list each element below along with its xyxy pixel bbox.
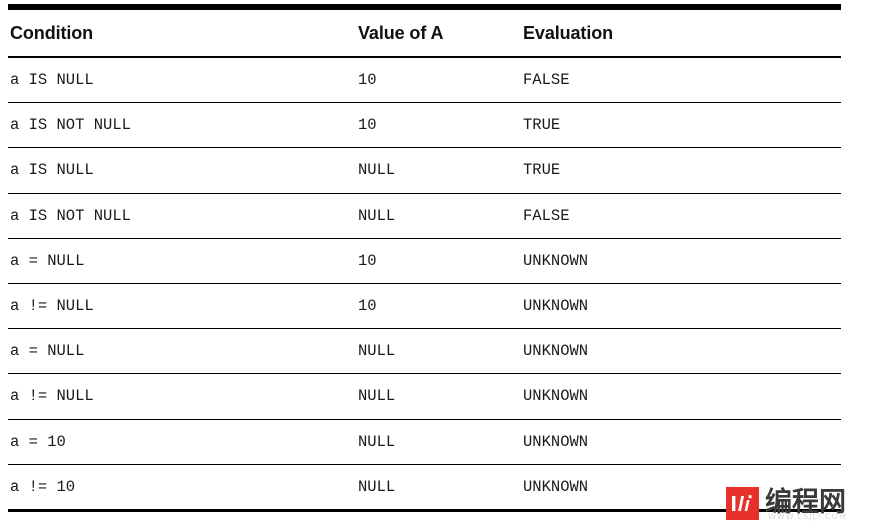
cell-evaluation: UNKNOWN — [523, 387, 589, 406]
cell-evaluation: FALSE — [523, 206, 570, 225]
bar-chart-icon — [726, 486, 759, 520]
cell-value: NULL — [358, 387, 396, 406]
table-row: a IS NULL 10 FALSE — [8, 57, 841, 103]
cell-condition: a IS NULL — [10, 161, 94, 180]
cell-value: 10 — [358, 297, 377, 316]
cell-evaluation: TRUE — [523, 161, 561, 180]
cell-value: 10 — [358, 71, 377, 89]
table-row: a = NULL 10 UNKNOWN — [8, 238, 841, 284]
table-row: a != 10 NULL UNKNOWN — [8, 464, 841, 511]
table-body: a IS NULL 10 FALSE a IS NOT NULL 10 TRUE… — [8, 57, 841, 511]
cell-value: NULL — [358, 477, 396, 496]
cell-condition: a != NULL — [10, 387, 94, 406]
cell-value: 10 — [358, 116, 377, 135]
watermark-subtext: WWW.LSJLT.COM — [768, 512, 847, 521]
table-header-row: Condition Value of A Evaluation — [8, 7, 841, 57]
cell-condition: a = NULL — [10, 251, 85, 270]
cell-evaluation: UNKNOWN — [523, 251, 589, 270]
table-header: Condition Value of A Evaluation — [8, 7, 841, 57]
cell-value: NULL — [358, 432, 396, 451]
table-row: a != NULL NULL UNKNOWN — [8, 374, 841, 420]
cell-evaluation: UNKNOWN — [523, 342, 589, 361]
cell-value: NULL — [358, 206, 396, 225]
cell-value: 10 — [358, 251, 377, 270]
column-header-evaluation: Evaluation — [523, 23, 614, 43]
cell-condition: a != NULL — [10, 297, 94, 316]
table-row: a = NULL NULL UNKNOWN — [8, 329, 841, 374]
cell-evaluation: FALSE — [523, 71, 570, 89]
cell-evaluation: UNKNOWN — [523, 432, 589, 451]
cell-evaluation: TRUE — [523, 116, 561, 135]
cell-condition: a = NULL — [10, 342, 85, 361]
cell-condition: a = 10 — [10, 432, 66, 451]
table-row: a IS NULL NULL TRUE — [8, 148, 841, 194]
cell-value: NULL — [358, 161, 396, 180]
column-header-condition: Condition — [10, 23, 94, 43]
cell-condition: a != 10 — [10, 477, 76, 496]
site-watermark: 编程网 WWW.LSJLT.COM — [726, 484, 862, 522]
page-root: Condition Value of A Evaluation a IS NUL… — [0, 0, 869, 530]
null-comparison-table: Condition Value of A Evaluation a IS NUL… — [8, 4, 841, 512]
table-row: a IS NOT NULL 10 TRUE — [8, 103, 841, 148]
cell-condition: a IS NOT NULL — [10, 206, 131, 225]
cell-value: NULL — [358, 342, 396, 361]
table-row: a != NULL 10 UNKNOWN — [8, 284, 841, 329]
cell-condition: a IS NOT NULL — [10, 116, 131, 135]
cell-condition: a IS NULL — [10, 71, 94, 89]
cell-evaluation: UNKNOWN — [523, 297, 589, 316]
column-header-value-of-a: Value of A — [358, 23, 444, 43]
table-row: a = 10 NULL UNKNOWN — [8, 419, 841, 465]
table-row: a IS NOT NULL NULL FALSE — [8, 193, 841, 239]
